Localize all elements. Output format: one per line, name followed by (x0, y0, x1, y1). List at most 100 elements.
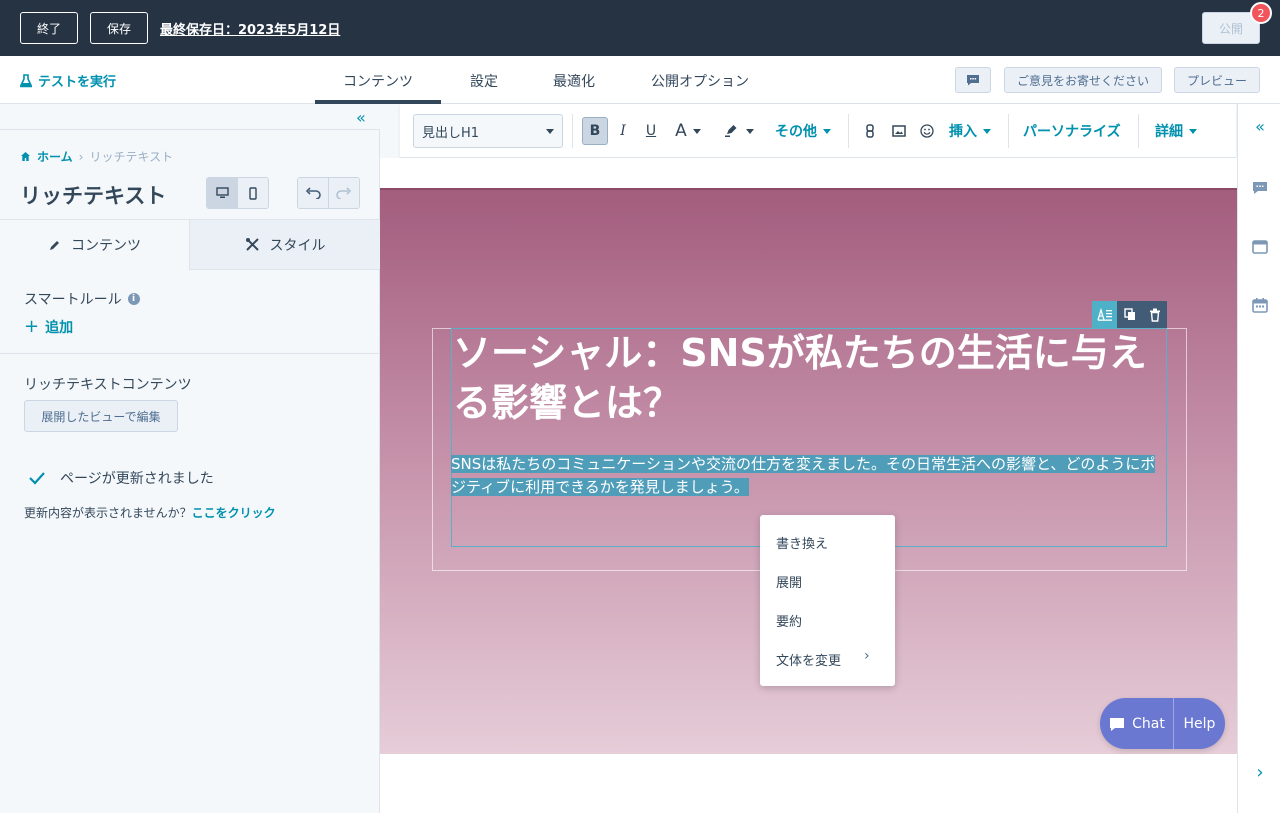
copy-icon (1123, 308, 1135, 320)
add-label: 追加 (45, 319, 74, 336)
sidebar-tab-content-label: コンテンツ (71, 238, 141, 254)
highlight-button[interactable] (720, 117, 758, 145)
rail-comments-button[interactable] (1250, 178, 1270, 198)
pencil-icon (50, 240, 59, 250)
font-color-button[interactable]: A (670, 117, 706, 145)
highlighter-icon (725, 125, 737, 137)
desktop-view-button[interactable] (207, 178, 238, 208)
personalize-button[interactable]: パーソナライズ (1023, 121, 1121, 141)
sidebar-tab-style-label: スタイル (269, 237, 326, 254)
toolbar-divider (848, 114, 849, 148)
edit-module-button[interactable] (1092, 301, 1117, 328)
device-toggle (206, 177, 269, 209)
personalize-label: パーソナライズ (1023, 124, 1121, 140)
refresh-note: 更新内容が表示されませんか？ここをクリック (24, 504, 276, 521)
text-align-icon (1096, 307, 1112, 321)
tab-content[interactable]: コンテンツ (315, 71, 441, 104)
font-color-icon: A (675, 121, 687, 141)
text-style-value: 見出しH1 (422, 125, 480, 141)
sidebar-tab-content[interactable]: コンテンツ (0, 220, 190, 270)
selected-text[interactable]: SNSは私たちのコミュニケーションや交流の仕方を変えました。その日常生活への影響… (451, 455, 1156, 496)
delete-module-button[interactable] (1142, 301, 1167, 328)
toolbar-divider (1008, 114, 1009, 148)
add-smart-rule-button[interactable]: + 追加 (24, 316, 73, 337)
menu-item-rewrite[interactable]: 書き換え (776, 533, 828, 552)
help-button[interactable]: Help (1174, 698, 1225, 749)
last-saved-link[interactable]: 最終保存日：2023年5月12日 (160, 19, 340, 38)
window-icon (1252, 240, 1268, 254)
emoji-button[interactable] (918, 117, 936, 145)
right-rail: « › (1237, 104, 1280, 813)
rail-calendar-button[interactable] (1250, 295, 1270, 315)
more-formatting-button[interactable]: その他 (775, 121, 831, 141)
desktop-icon (215, 187, 229, 198)
tab-settings[interactable]: 設定 (470, 71, 498, 91)
hero-body-text[interactable]: SNSは私たちのコミュニケーションや交流の仕方を変えました。その日常生活への影響… (451, 453, 1167, 499)
insert-button[interactable]: 挿入 (949, 121, 991, 141)
chat-button[interactable]: Chat (1100, 698, 1174, 749)
breadcrumb-current: リッチテキスト (89, 150, 174, 164)
run-test-link[interactable]: テストを実行 (20, 71, 116, 90)
feedback-button[interactable]: ご意見をお寄せください (1004, 67, 1162, 93)
collapse-sidebar-icon[interactable]: « (356, 108, 366, 127)
click-here-link[interactable]: ここをクリック (192, 506, 276, 520)
expand-rail-icon[interactable]: « (1250, 116, 1270, 136)
sidebar-tabs: コンテンツ スタイル (0, 219, 380, 270)
bold-button[interactable]: B (582, 117, 608, 145)
breadcrumb-home[interactable]: ホーム (37, 148, 73, 165)
preview-button[interactable]: プレビュー (1174, 67, 1260, 93)
hero-heading[interactable]: ソーシャル：SNSが私たちの生活に与える影響とは？ (453, 328, 1163, 428)
module-toolbar (1092, 301, 1167, 328)
undo-redo-group (297, 177, 360, 209)
undo-button[interactable] (298, 178, 329, 208)
publish-badge: 2 (1250, 2, 1272, 24)
comments-button[interactable] (955, 67, 991, 93)
image-button[interactable] (890, 117, 908, 145)
tab-optimize[interactable]: 最適化 (553, 71, 595, 91)
italic-button[interactable]: I (614, 117, 632, 145)
info-icon[interactable]: i (127, 293, 140, 305)
smart-rules-text: スマートルール (24, 292, 122, 308)
save-button[interactable]: 保存 (90, 12, 148, 44)
chat-widget: Chat Help (1100, 698, 1225, 749)
chevron-right-icon[interactable]: › (1250, 762, 1270, 783)
exit-button[interactable]: 終了 (20, 12, 78, 44)
menu-item-expand[interactable]: 展開 (776, 572, 802, 591)
redo-button[interactable] (329, 178, 359, 208)
calendar-icon (1252, 298, 1268, 313)
duplicate-module-button[interactable] (1117, 301, 1142, 328)
plus-icon: + (24, 316, 40, 337)
mobile-view-button[interactable] (238, 178, 268, 208)
updated-message: ページが更新されました (60, 471, 214, 487)
edit-expanded-view-button[interactable]: 展開したビューで編集 (24, 400, 178, 432)
chat-bubble-icon (1110, 717, 1125, 731)
underline-button[interactable]: U (642, 117, 660, 145)
trash-icon (1149, 308, 1160, 322)
toolbar-divider (1138, 114, 1139, 148)
help-label: Help (1183, 715, 1216, 732)
redo-icon (336, 187, 352, 199)
insert-label: 挿入 (949, 124, 977, 140)
text-style-select[interactable]: 見出しH1 (413, 114, 563, 148)
not-showing-text: 更新内容が表示されませんか？ (24, 506, 192, 520)
rich-text-toolbar: 見出しH1 B I U A その他 挿入 パーソナライズ 詳細 (400, 104, 1236, 158)
tab-publish-options[interactable]: 公開オプション (651, 71, 749, 91)
style-tools-icon (245, 238, 259, 251)
details-button[interactable]: 詳細 (1155, 121, 1197, 141)
chevron-down-icon (692, 128, 701, 134)
canvas-header-area (380, 158, 1237, 188)
chevron-down-icon (823, 128, 831, 134)
link-button[interactable] (862, 117, 878, 145)
nav-bar: テストを実行 コンテンツ 設定 最適化 公開オプション ご意見をお寄せください … (0, 56, 1280, 104)
comment-icon (967, 75, 979, 86)
menu-item-summarize[interactable]: 要約 (776, 611, 802, 630)
rail-layout-button[interactable] (1250, 237, 1270, 257)
chevron-down-icon (546, 129, 554, 134)
more-label: その他 (775, 124, 817, 140)
smart-rules-label: スマートルール i (24, 289, 140, 309)
emoji-icon (920, 124, 934, 138)
chat-label: Chat (1132, 715, 1165, 732)
sidebar-tab-style[interactable]: スタイル (190, 220, 380, 270)
flask-icon (20, 73, 32, 87)
menu-item-change-tone[interactable]: 文体を変更 (776, 650, 841, 669)
